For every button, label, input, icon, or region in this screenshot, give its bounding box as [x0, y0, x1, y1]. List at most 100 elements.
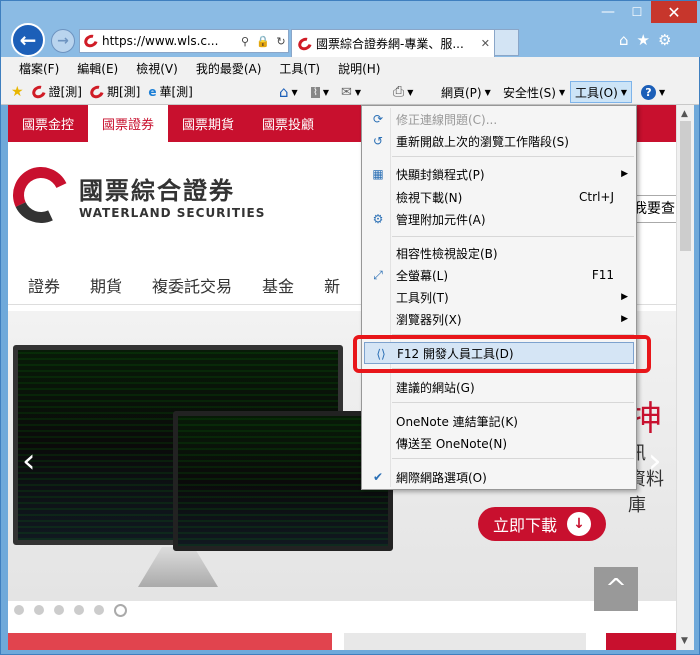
ie-window: — ☐ ✕ ← → https://www.wls.c... ⚲ 🔒 ↻ 國票綜… — [0, 0, 700, 655]
dropdown-arrow-icon: ▼ — [354, 87, 362, 97]
chevron-left-icon[interactable]: ‹ — [22, 441, 36, 481]
menu-help[interactable]: 說明(H) — [338, 60, 380, 77]
site-nav-securities[interactable]: 國票證券 — [88, 105, 169, 142]
fullscreen-icon: ⤢ — [373, 267, 383, 282]
browser-tab[interactable]: 國票綜合證券網-專業、服... ✕ — [291, 29, 495, 57]
internet-options-icon: ✔ — [372, 470, 384, 484]
menu-item-internet-options[interactable]: ✔ 網際網路選項(O) — [362, 466, 636, 488]
site-nav-advisory[interactable]: 國票投顧 — [248, 105, 328, 142]
ie-icon: e — [148, 84, 157, 99]
menu-item-reopen-session[interactable]: ↺ 重新開啟上次的瀏覽工作階段(S) — [362, 130, 636, 152]
menu-item-toolbars[interactable]: 工具列(T) ▶ — [362, 286, 636, 308]
red-highlight-annotation — [353, 335, 651, 373]
safety-menu-button[interactable]: 安全性(S) ▼ — [503, 81, 565, 103]
carousel-dot[interactable] — [34, 605, 44, 615]
menu-item-manage-addons[interactable]: ⚙ 管理附加元件(A) — [362, 208, 636, 230]
menu-item-view-downloads[interactable]: 檢視下載(N) Ctrl+J — [362, 186, 636, 208]
menu-item-onenote-linked[interactable]: OneNote 連結筆記(K) — [362, 410, 636, 432]
menu-favorites[interactable]: 我的最愛(A) — [196, 60, 262, 77]
submenu-arrow-icon: ▶ — [621, 169, 628, 179]
scroll-up-icon[interactable]: ▲ — [681, 109, 688, 119]
page-menu-button[interactable]: 網頁(P) ▼ — [441, 81, 491, 103]
new-tab-button[interactable] — [495, 29, 519, 56]
download-now-button[interactable]: 立即下載 ↓ — [478, 507, 606, 541]
download-arrow-icon: ↓ — [567, 512, 591, 536]
dropdown-arrow-icon: ▼ — [620, 87, 627, 97]
shortcut-ctrl-j: Ctrl+J — [579, 190, 614, 204]
brand-name-zh: 國票綜合證券 — [79, 176, 235, 205]
help-menu-button[interactable]: ? ▼ — [641, 81, 665, 103]
address-url[interactable]: https://www.wls.c... — [102, 34, 234, 48]
menu-file[interactable]: 檔案(F) — [19, 60, 59, 77]
favorites-star-icon[interactable]: ★ — [637, 31, 650, 49]
arrow-right-icon: → — [57, 33, 69, 49]
help-icon: ? — [641, 84, 656, 100]
scroll-down-icon[interactable]: ▼ — [681, 636, 688, 646]
menu-item-fullscreen[interactable]: ⤢ 全螢幕(L) F11 — [362, 264, 636, 286]
forward-button[interactable]: → — [51, 29, 75, 53]
tools-menu-button[interactable]: 工具(O) ▼ — [570, 81, 632, 103]
scroll-thumb[interactable] — [680, 121, 691, 251]
site-favicon-icon — [29, 82, 48, 101]
menu-edit[interactable]: 編輯(E) — [77, 60, 118, 77]
print-button[interactable]: ⎙ ▼ — [393, 81, 413, 103]
tools-dropdown-menu: ⟳ 修正連線問題(C)... ↺ 重新開啟上次的瀏覽工作階段(S) ▦ 快顯封鎖程式(… — [361, 105, 637, 490]
menu-item-explorer-bars[interactable]: 瀏覽器列(X) ▶ — [362, 308, 636, 330]
menu-item-fix-connection[interactable]: ⟳ 修正連線問題(C)... — [362, 108, 636, 130]
settings-gear-icon[interactable]: ⚙ — [658, 31, 671, 49]
carousel-dot-current[interactable] — [114, 604, 127, 617]
menu-item-send-onenote[interactable]: 傳送至 OneNote(N) — [362, 432, 636, 454]
lock-icon[interactable]: 🔒 — [256, 35, 270, 48]
tab-title: 國票綜合證券網-專業、服... — [316, 37, 464, 51]
carousel-dots — [14, 604, 127, 617]
home-toolbar-button[interactable]: ⌂ ▼ — [279, 81, 298, 103]
back-to-top-button[interactable]: ^ — [594, 567, 638, 611]
minimize-button[interactable]: — — [593, 1, 623, 23]
monitor-stand — [138, 547, 218, 587]
close-window-button[interactable]: ✕ — [651, 1, 697, 23]
menu-item-compat-view[interactable]: 相容性檢視設定(B) — [362, 242, 636, 264]
carousel-dot[interactable] — [74, 605, 84, 615]
menu-item-popup-blocker[interactable]: ▦ 快顯封鎖程式(P) ▶ — [362, 163, 636, 185]
site-brand[interactable]: 國票綜合證券 WATERLAND SECURITIES — [8, 159, 266, 231]
site-nav-holding[interactable]: 國票金控 — [8, 105, 88, 142]
browser-right-icons: ⌂ ★ ⚙ — [619, 31, 671, 49]
main-nav-funds[interactable]: 基金 — [262, 273, 294, 297]
menu-tools[interactable]: 工具(T) — [279, 60, 320, 77]
address-bar[interactable]: https://www.wls.c... ⚲ 🔒 ↻ — [79, 29, 289, 53]
main-nav-securities[interactable]: 證券 — [28, 273, 60, 297]
carousel-dot[interactable] — [94, 605, 104, 615]
site-favicon-icon — [81, 32, 101, 50]
brand-name-en: WATERLAND SECURITIES — [79, 205, 266, 220]
tab-close-icon[interactable]: ✕ — [481, 37, 490, 50]
read-mail-button[interactable]: ✉ ▼ — [341, 81, 361, 103]
tab-favicon-icon — [295, 34, 315, 53]
vertical-scrollbar[interactable]: ▲ ▼ — [676, 105, 694, 650]
home-icon: ⌂ — [279, 83, 289, 101]
favorite-link-1[interactable]: 證[測] — [29, 82, 82, 101]
back-button[interactable]: ← — [11, 23, 45, 57]
main-nav-new[interactable]: 新 — [324, 273, 340, 297]
site-nav-futures[interactable]: 國票期貨 — [168, 105, 248, 142]
main-nav-futures[interactable]: 期貨 — [90, 273, 122, 297]
dropdown-arrow-icon: ▼ — [322, 87, 330, 97]
feeds-button[interactable]: ⌇ ▼ — [311, 81, 329, 103]
waterland-logo-icon — [8, 159, 77, 231]
dropdown-arrow-icon: ▼ — [484, 87, 491, 97]
home-icon[interactable]: ⌂ — [619, 31, 629, 49]
mail-icon: ✉ — [341, 84, 352, 100]
menu-bar: 檔案(F) 編輯(E) 檢視(V) 我的最愛(A) 工具(T) 說明(H) — [1, 57, 699, 79]
favorite-link-3[interactable]: e 華[測] — [148, 83, 193, 100]
maximize-button[interactable]: ☐ — [623, 1, 651, 23]
carousel-dot[interactable] — [14, 605, 24, 615]
refresh-icon[interactable]: ↻ — [274, 35, 288, 48]
bottom-promo-strip — [8, 633, 676, 650]
favorite-link-2[interactable]: 期[測] — [87, 82, 140, 101]
favorites-star-icon[interactable]: ★ — [11, 84, 24, 100]
carousel-dot[interactable] — [54, 605, 64, 615]
printer-icon: ⎙ — [393, 84, 405, 100]
menu-item-suggested-sites[interactable]: 建議的網站(G) — [362, 376, 636, 398]
menu-view[interactable]: 檢視(V) — [136, 60, 178, 77]
main-nav-subbrokerage[interactable]: 複委託交易 — [152, 273, 232, 297]
search-icon[interactable]: ⚲ — [238, 35, 252, 48]
